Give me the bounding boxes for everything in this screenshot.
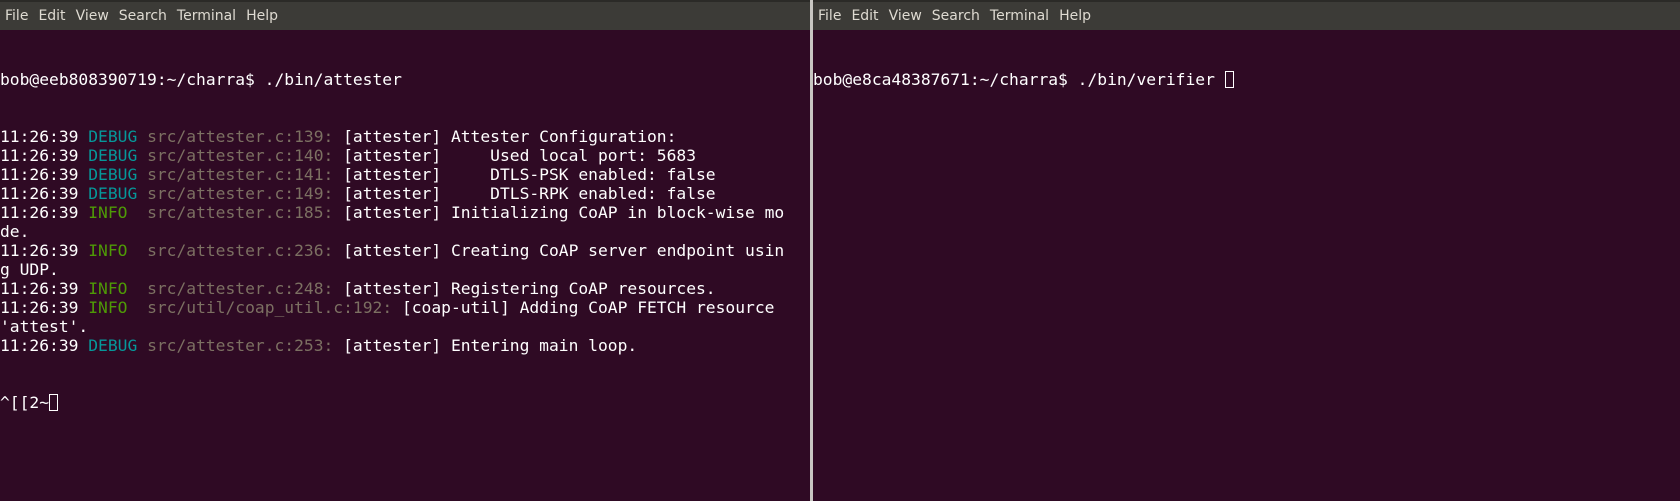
left-terminal-output[interactable]: bob@eeb808390719:~/charra$ ./bin/atteste…: [0, 30, 810, 450]
menu-help[interactable]: Help: [243, 1, 285, 31]
log-src: src/attester.c:149:: [147, 184, 334, 203]
log-text: [attester] Used local port: 5683: [343, 146, 697, 165]
log-src: src/attester.c:236:: [147, 241, 334, 260]
log-text: [attester] Creating CoAP server endpoint…: [343, 241, 785, 260]
log-line: 11:26:39 DEBUG src/attester.c:140: [atte…: [0, 146, 810, 165]
log-level: DEBUG: [88, 165, 138, 184]
log-time: 11:26:39: [0, 336, 79, 355]
log-src: src/attester.c:185:: [147, 203, 334, 222]
log-time: 11:26:39: [0, 279, 79, 298]
menu-view[interactable]: View: [73, 1, 116, 31]
log-level: INFO: [88, 203, 138, 222]
left-menubar: File Edit View Search Terminal Help: [0, 0, 810, 30]
terminal-cursor: [1224, 71, 1234, 88]
log-time: 11:26:39: [0, 165, 79, 184]
log-text: [attester] Initializing CoAP in block-wi…: [343, 203, 785, 222]
log-time: 11:26:39: [0, 146, 79, 165]
log-src: src/attester.c:248:: [147, 279, 334, 298]
menu-file[interactable]: File: [815, 1, 848, 31]
log-time: 11:26:39: [0, 298, 79, 317]
log-text: [attester] Registering CoAP resources.: [343, 279, 716, 298]
log-line-continuation: g UDP.: [0, 260, 59, 279]
menu-search[interactable]: Search: [929, 1, 987, 31]
log-line: 11:26:39 INFO src/attester.c:248: [attes…: [0, 279, 810, 298]
log-level: INFO: [88, 241, 138, 260]
log-line: 11:26:39 DEBUG src/attester.c:141: [atte…: [0, 165, 810, 184]
menu-search[interactable]: Search: [116, 1, 174, 31]
log-time: 11:26:39: [0, 203, 79, 222]
menu-help[interactable]: Help: [1056, 1, 1098, 31]
log-line-continuation: 'attest'.: [0, 317, 89, 336]
input-line: ^[[2~: [0, 393, 810, 412]
log-line: 11:26:39 DEBUG src/attester.c:149: [atte…: [0, 184, 810, 203]
right-terminal-output[interactable]: bob@e8ca48387671:~/charra$ ./bin/verifie…: [813, 30, 1680, 127]
log-src: src/attester.c:139:: [147, 127, 334, 146]
log-src: src/attester.c:141:: [147, 165, 334, 184]
right-terminal-window[interactable]: File Edit View Search Terminal Help bob@…: [813, 0, 1680, 501]
log-output: 11:26:39 DEBUG src/attester.c:139: [atte…: [0, 127, 810, 355]
log-level: DEBUG: [88, 336, 138, 355]
right-menubar: File Edit View Search Terminal Help: [813, 0, 1680, 30]
log-src: src/util/coap_util.c:192:: [147, 298, 393, 317]
log-text: [coap-util] Adding CoAP FETCH resource: [401, 298, 775, 317]
terminal-cursor: [49, 394, 59, 411]
menu-edit[interactable]: Edit: [848, 1, 885, 31]
menu-terminal[interactable]: Terminal: [174, 1, 243, 31]
log-text: [attester] DTLS-RPK enabled: false: [343, 184, 716, 203]
log-text: [attester] DTLS-PSK enabled: false: [343, 165, 716, 184]
log-time: 11:26:39: [0, 241, 79, 260]
log-line: 11:26:39 INFO src/util/coap_util.c:192: …: [0, 298, 810, 317]
log-level: INFO: [88, 298, 138, 317]
prompt-text: bob@e8ca48387671:~/charra$ ./bin/verifie…: [813, 70, 1225, 89]
log-time: 11:26:39: [0, 127, 79, 146]
log-level: INFO: [88, 279, 138, 298]
log-level: DEBUG: [88, 127, 138, 146]
log-time: 11:26:39: [0, 184, 79, 203]
log-line-continuation: de.: [0, 222, 30, 241]
typed-input: ^[[2~: [0, 393, 50, 412]
menu-terminal[interactable]: Terminal: [987, 1, 1056, 31]
command-prompt-line: bob@eeb808390719:~/charra$ ./bin/atteste…: [0, 70, 402, 89]
log-line: 11:26:39 INFO src/attester.c:236: [attes…: [0, 241, 810, 260]
menu-edit[interactable]: Edit: [35, 1, 72, 31]
menu-view[interactable]: View: [886, 1, 929, 31]
left-terminal-window[interactable]: File Edit View Search Terminal Help bob@…: [0, 0, 810, 501]
menu-file[interactable]: File: [2, 1, 35, 31]
log-line: 11:26:39 DEBUG src/attester.c:253: [atte…: [0, 336, 810, 355]
log-src: src/attester.c:253:: [147, 336, 334, 355]
command-prompt-line: bob@e8ca48387671:~/charra$ ./bin/verifie…: [813, 70, 1680, 89]
log-text: [attester] Entering main loop.: [343, 336, 638, 355]
log-src: src/attester.c:140:: [147, 146, 334, 165]
log-text: [attester] Attester Configuration:: [343, 127, 677, 146]
log-line: 11:26:39 INFO src/attester.c:185: [attes…: [0, 203, 810, 222]
log-line: 11:26:39 DEBUG src/attester.c:139: [atte…: [0, 127, 810, 146]
log-level: DEBUG: [88, 146, 138, 165]
log-level: DEBUG: [88, 184, 138, 203]
